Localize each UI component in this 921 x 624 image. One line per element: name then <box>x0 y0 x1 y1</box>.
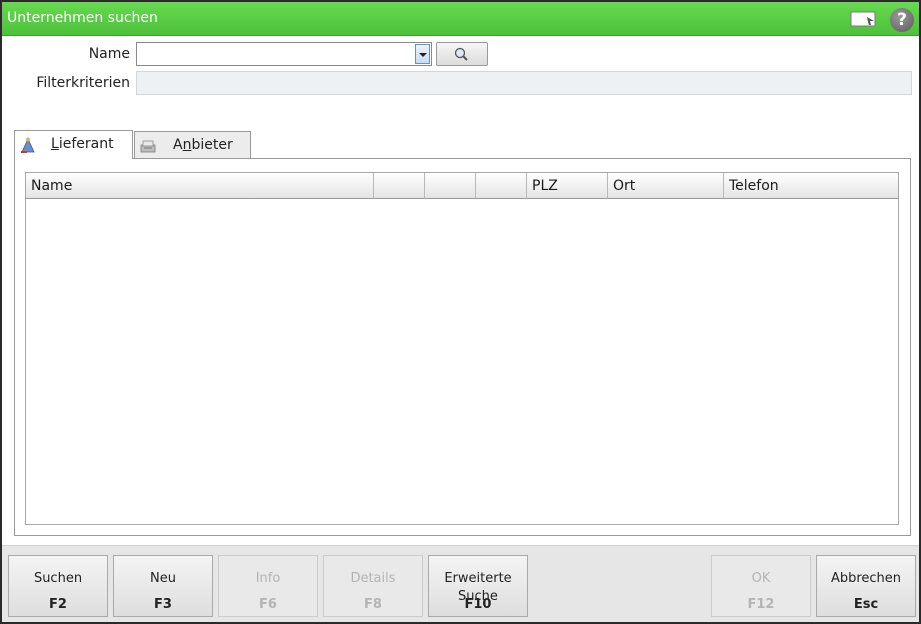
table-header: Name PLZ Ort Telefon <box>26 173 898 199</box>
tab-anbieter[interactable]: Anbieter <box>134 131 251 159</box>
ok-button[interactable]: OK F12 <box>711 555 811 617</box>
provider-icon <box>140 140 156 153</box>
tab-lieferant[interactable]: Lieferant <box>14 130 133 159</box>
erweiterte-suche-button[interactable]: Erweiterte Suche F10 <box>428 555 528 617</box>
help-icon[interactable]: ? <box>890 8 914 32</box>
results-table[interactable]: Name PLZ Ort Telefon <box>25 172 899 525</box>
suchen-button[interactable]: Suchen F2 <box>8 555 108 617</box>
abbrechen-button[interactable]: Abbrechen Esc <box>816 555 916 617</box>
note-icon[interactable] <box>850 10 878 28</box>
supplier-icon <box>21 137 35 153</box>
dialog-window: Unternehmen suchen ? Name Filterkriterie… <box>0 0 921 624</box>
column-header-ort[interactable]: Ort <box>608 173 724 199</box>
title-bar: Unternehmen suchen ? <box>2 2 919 36</box>
filter-criteria-field <box>136 71 912 95</box>
button-bar: Suchen F2 Neu F3 Info F6 Details F8 Erwe… <box>2 545 919 622</box>
filter-label: Filterkriterien <box>36 75 130 91</box>
search-icon <box>454 47 468 61</box>
info-button[interactable]: Info F6 <box>218 555 318 617</box>
chevron-down-icon[interactable] <box>415 44 430 64</box>
column-header-blank-3[interactable] <box>476 173 527 199</box>
column-header-name[interactable]: Name <box>26 173 374 199</box>
details-button[interactable]: Details F8 <box>323 555 423 617</box>
tab-panel-lieferant: Name PLZ Ort Telefon <box>14 158 911 536</box>
window-title: Unternehmen suchen <box>7 10 158 26</box>
neu-button[interactable]: Neu F3 <box>113 555 213 617</box>
search-button[interactable] <box>436 42 488 66</box>
column-header-telefon[interactable]: Telefon <box>724 173 898 199</box>
column-header-blank-2[interactable] <box>425 173 476 199</box>
name-label: Name <box>88 46 130 62</box>
column-header-blank-1[interactable] <box>374 173 425 199</box>
column-header-plz[interactable]: PLZ <box>527 173 608 199</box>
name-combobox[interactable] <box>136 42 432 66</box>
